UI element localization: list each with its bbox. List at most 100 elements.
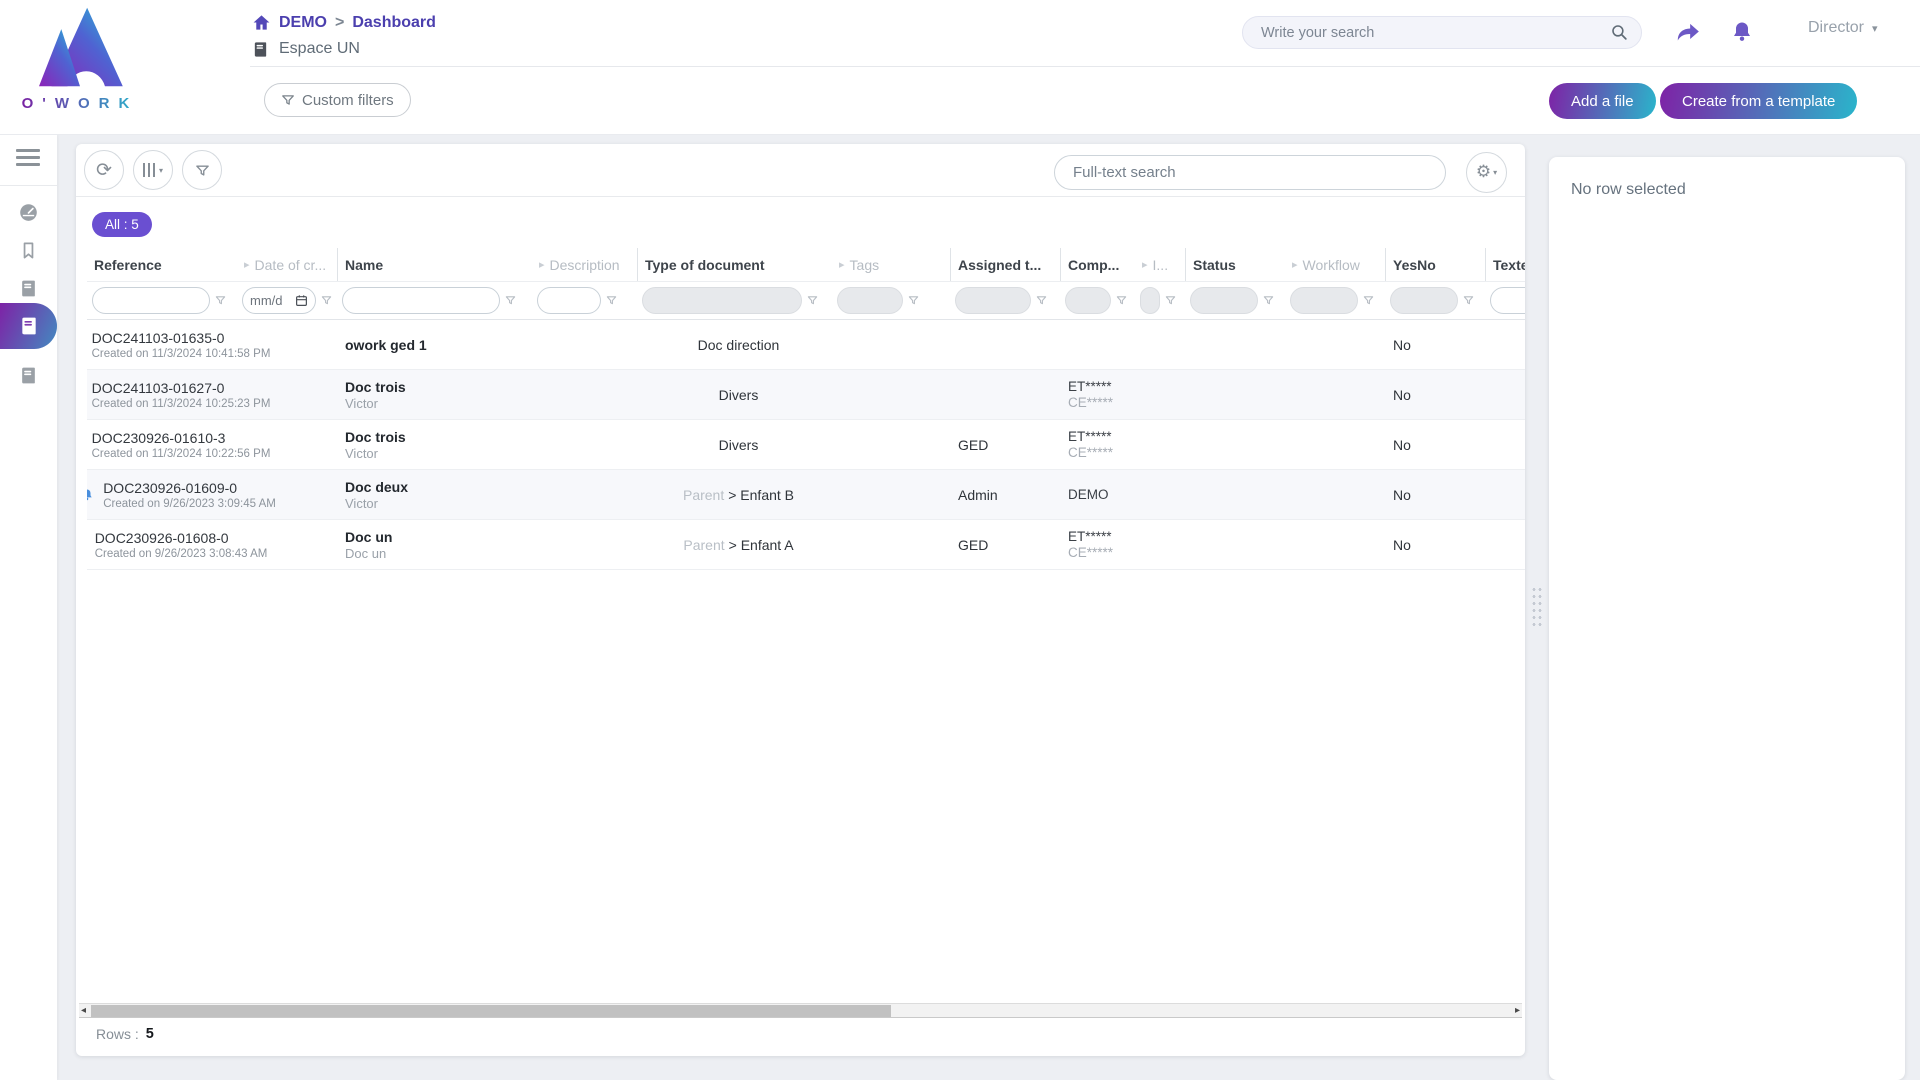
cell-description — [532, 520, 637, 569]
cell-tags — [832, 470, 950, 519]
filter-funnel-icon[interactable] — [1165, 295, 1176, 306]
filter-funnel-icon[interactable] — [1263, 295, 1274, 306]
cell-name: Doc deuxVictor — [337, 470, 532, 519]
table-settings-button[interactable]: ⚙ ▾ — [1466, 152, 1507, 193]
filter-disabled-tags — [837, 287, 903, 314]
global-search-input[interactable] — [1261, 25, 1610, 41]
refresh-icon: ⟳ — [96, 161, 112, 180]
scrollbar-thumb[interactable] — [91, 1005, 891, 1017]
filter-input-name[interactable] — [342, 287, 500, 314]
sidebar-item-library[interactable] — [0, 276, 57, 300]
sidebar-item-dashboard[interactable] — [0, 200, 57, 224]
filter-input-texte[interactable] — [1490, 287, 1525, 314]
fulltext-search-input[interactable] — [1054, 155, 1446, 190]
cell-tags — [832, 520, 950, 569]
column-header-type[interactable]: Type of document — [637, 248, 832, 281]
cell-workflow — [1285, 520, 1385, 569]
cell-status — [1185, 520, 1285, 569]
cell-date — [237, 470, 337, 519]
filter-funnel-icon[interactable] — [1116, 295, 1127, 306]
table-row[interactable]: DOC230926-01610-3Created on 11/3/2024 10… — [87, 420, 1525, 470]
cell-i — [1135, 370, 1185, 419]
book-icon — [19, 366, 38, 385]
menu-toggle-button[interactable] — [16, 149, 40, 170]
filter-input-description[interactable] — [537, 287, 601, 314]
column-header-i[interactable]: ▸I... — [1135, 248, 1185, 281]
filter-funnel-icon[interactable] — [606, 295, 617, 306]
column-header-texte[interactable]: Texte — [1485, 248, 1525, 281]
table-row[interactable]: DOC241103-01635-0Created on 11/3/2024 10… — [87, 320, 1525, 370]
scroll-left-arrow-icon[interactable]: ◂ — [81, 1004, 86, 1018]
filter-funnel-icon[interactable] — [1036, 295, 1047, 306]
caret-right-icon: ▸ — [244, 258, 250, 271]
table-row[interactable]: wDOC230926-01609-0Created on 9/26/2023 3… — [87, 470, 1525, 520]
refresh-button[interactable]: ⟳ — [84, 150, 124, 190]
global-search[interactable] — [1242, 16, 1642, 49]
cell-name: Doc unDoc un — [337, 520, 532, 569]
cell-date — [237, 320, 337, 369]
cell-texte — [1485, 320, 1525, 369]
add-file-button[interactable]: Add a file — [1549, 83, 1656, 119]
breadcrumb-root[interactable]: DEMO — [279, 14, 327, 32]
filter-funnel-icon[interactable] — [1363, 295, 1374, 306]
column-header-description[interactable]: ▸Description — [532, 248, 637, 281]
column-header-reference[interactable]: Reference — [87, 248, 237, 281]
column-header-status[interactable]: Status — [1185, 248, 1285, 281]
notifications-button[interactable] — [1722, 12, 1762, 52]
create-from-template-button[interactable]: Create from a template — [1660, 83, 1857, 119]
share-button[interactable] — [1668, 12, 1708, 52]
horizontal-scrollbar[interactable]: ◂ ▸ — [79, 1003, 1522, 1018]
column-header-company[interactable]: Comp... — [1060, 248, 1135, 281]
cell-reference: wDOC230926-01609-0Created on 9/26/2023 3… — [87, 470, 237, 519]
home-icon[interactable] — [252, 13, 271, 32]
filter-funnel-icon[interactable] — [807, 295, 818, 306]
filter-funnel-icon[interactable] — [1463, 295, 1474, 306]
column-header-date[interactable]: ▸Date of cr... — [237, 248, 337, 281]
table-filter-row: mm/d — [87, 282, 1525, 320]
table-row[interactable]: DOC241103-01627-0Created on 11/3/2024 10… — [87, 370, 1525, 420]
sidebar-item-documents-active[interactable] — [0, 303, 57, 349]
cell-yesno: No — [1385, 420, 1485, 469]
breadcrumb-current[interactable]: Dashboard — [352, 14, 436, 32]
table-header-row: Reference▸Date of cr...Name▸DescriptionT… — [87, 248, 1525, 282]
filter-funnel-icon[interactable] — [321, 295, 332, 306]
filter-input-reference[interactable] — [92, 287, 210, 314]
breadcrumb-separator: > — [335, 14, 344, 32]
filter-date-input-date[interactable]: mm/d — [242, 287, 316, 314]
user-menu[interactable]: Director ▾ — [1808, 19, 1878, 37]
table-row[interactable]: DOC230926-01608-0Created on 9/26/2023 3:… — [87, 520, 1525, 570]
cell-i — [1135, 520, 1185, 569]
panel-resize-handle[interactable] — [1531, 586, 1543, 628]
cell-description — [532, 420, 637, 469]
column-header-tags[interactable]: ▸Tags — [832, 248, 950, 281]
cell-date — [237, 370, 337, 419]
column-header-workflow[interactable]: ▸Workflow — [1285, 248, 1385, 281]
scroll-right-arrow-icon[interactable]: ▸ — [1515, 1004, 1520, 1018]
filter-cell-type — [637, 282, 832, 319]
dashboard-gauge-icon — [18, 202, 39, 223]
grid-zone: Reference▸Date of cr...Name▸DescriptionT… — [87, 248, 1525, 570]
column-header-name[interactable]: Name — [337, 248, 532, 281]
filter-button[interactable] — [182, 150, 222, 190]
filter-funnel-icon[interactable] — [215, 295, 226, 306]
custom-filters-button[interactable]: Custom filters — [264, 83, 411, 117]
app-logo[interactable]: O'WORK — [20, 6, 140, 112]
cell-date — [237, 520, 337, 569]
share-arrow-icon — [1675, 19, 1701, 45]
cell-reference: DOC230926-01610-3Created on 11/3/2024 10… — [87, 420, 237, 469]
search-icon[interactable] — [1610, 23, 1629, 42]
columns-button[interactable]: ▾ — [133, 150, 173, 190]
sidebar-item-bookmarks[interactable] — [0, 238, 57, 262]
column-header-assigned[interactable]: Assigned t... — [950, 248, 1060, 281]
cell-company: DEMO — [1060, 470, 1135, 519]
filter-funnel-icon[interactable] — [505, 295, 516, 306]
filter-cell-reference — [87, 282, 237, 319]
bell-icon — [1730, 20, 1754, 44]
filter-funnel-icon[interactable] — [908, 295, 919, 306]
cell-i — [1135, 320, 1185, 369]
column-header-yesno[interactable]: YesNo — [1385, 248, 1485, 281]
tab-all-count[interactable]: All : 5 — [92, 212, 152, 237]
sidebar-item-archive[interactable] — [0, 363, 57, 387]
filter-cell-status — [1185, 282, 1285, 319]
filter-cell-company — [1060, 282, 1135, 319]
